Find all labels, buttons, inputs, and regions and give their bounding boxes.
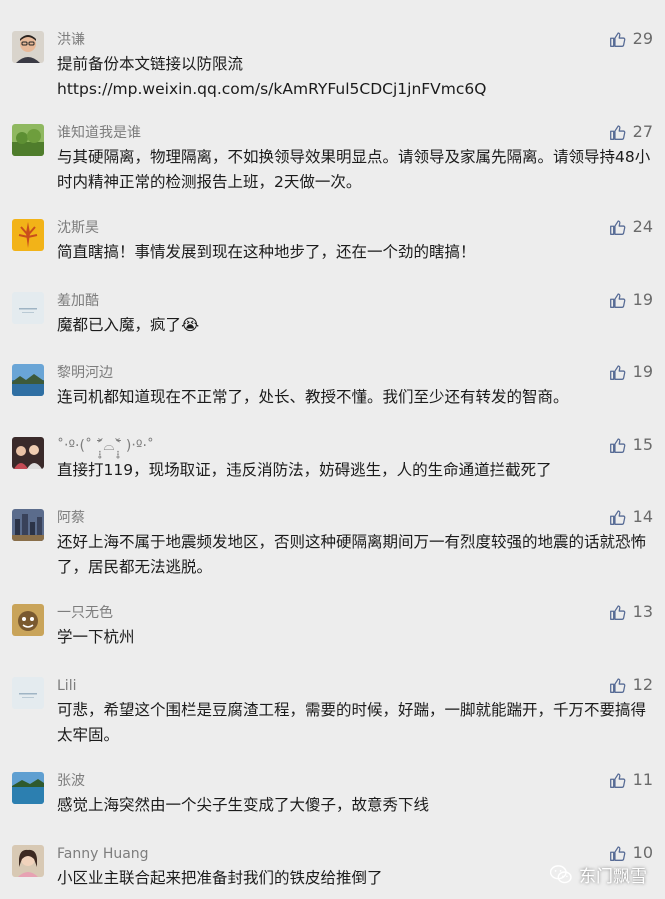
comment-author: ˚‧º·(˚ ˃̣̣̥᷄⌓˂̣̣̥᷅ )‧º·˚ [57, 438, 154, 454]
avatar[interactable] [12, 845, 44, 877]
avatar[interactable] [12, 604, 44, 636]
thumbs-up-icon [609, 292, 626, 308]
comment-author: 沈斯昊 [57, 220, 99, 236]
like-button[interactable]: 24 [609, 216, 653, 238]
like-count: 13 [632, 602, 653, 621]
like-count: 12 [632, 675, 653, 694]
avatar[interactable] [12, 31, 44, 63]
thumbs-up-icon [609, 124, 626, 140]
like-button[interactable]: 11 [609, 769, 653, 791]
comment-text: 还好上海不属于地震频发地区，否则这种硬隔离期间万一有烈度较强的地震的话就恐怖了，… [57, 533, 647, 576]
avatar[interactable] [12, 292, 44, 324]
comment-author: 谁知道我是谁 [57, 125, 141, 141]
like-button[interactable]: 10 [609, 842, 653, 864]
like-count: 15 [632, 435, 653, 454]
comment-text: 学一下杭州 [57, 628, 135, 646]
watermark: 东门飘雪 [550, 862, 647, 887]
comment-author: 一只无色 [57, 605, 113, 621]
comment-text: 魔都已入魔，疯了😭 [57, 316, 200, 334]
like-button[interactable]: 29 [609, 28, 653, 50]
watermark-text: 东门飘雪 [579, 867, 647, 887]
comment-text: 提前备份本文链接以防限流 https://mp.weixin.qq.com/s/… [57, 52, 653, 102]
comment-text: 简直瞎搞！事情发展到现在这种地步了，还在一个劲的瞎搞！ [57, 243, 476, 261]
comment-author: 洪谦 [57, 32, 85, 48]
avatar[interactable] [12, 677, 44, 709]
like-count: 27 [632, 122, 653, 141]
thumbs-up-icon [609, 219, 626, 235]
avatar[interactable] [12, 219, 44, 251]
thumbs-up-icon [609, 364, 626, 380]
avatar[interactable] [12, 509, 44, 541]
like-button[interactable]: 19 [609, 289, 653, 311]
comment-line: 提前备份本文链接以防限流 [57, 55, 244, 73]
like-count: 24 [632, 217, 653, 236]
thumbs-up-icon [609, 31, 626, 47]
like-count: 29 [632, 29, 653, 48]
comment-text: 可悲，希望这个围栏是豆腐渣工程，需要的时候，好踹，一脚就能踹开，千万不要搞得太牢… [57, 701, 647, 744]
comment-text: 感觉上海突然由一个尖子生变成了大傻子，故意秀下线 [57, 796, 430, 814]
like-button[interactable]: 27 [609, 121, 653, 143]
avatar[interactable] [12, 364, 44, 396]
comment-author: Fanny Huang [57, 846, 149, 862]
comment-author: Lili [57, 678, 77, 694]
comment-author: 黎明河边 [57, 365, 113, 381]
thumbs-up-icon [609, 677, 626, 693]
thumbs-up-icon [609, 845, 626, 861]
comment-author: 张波 [57, 773, 85, 789]
thumbs-up-icon [609, 437, 626, 453]
avatar[interactable] [12, 124, 44, 156]
avatar[interactable] [12, 437, 44, 469]
avatar[interactable] [12, 772, 44, 804]
like-count: 10 [632, 843, 653, 862]
comment-text: 直接打119，现场取证，违反消防法，妨碍逃生，人的生命通道拦截死了 [57, 461, 552, 479]
like-button[interactable]: 19 [609, 361, 653, 383]
comment-author: 羞加酷 [57, 293, 99, 309]
comment-link[interactable]: https://mp.weixin.qq.com/s/kAmRYFul5CDCj… [57, 77, 653, 102]
thumbs-up-icon [609, 509, 626, 525]
like-button[interactable]: 12 [609, 674, 653, 696]
thumbs-up-icon [609, 772, 626, 788]
like-button[interactable]: 13 [609, 601, 653, 623]
comment-text: 与其硬隔离，物理隔离，不如换领导效果明显点。请领导及家属先隔离。请领导持48小时… [57, 148, 651, 191]
wechat-icon [550, 864, 572, 883]
like-count: 11 [632, 770, 653, 789]
like-count: 19 [632, 290, 653, 309]
like-count: 19 [632, 362, 653, 381]
like-button[interactable]: 15 [609, 434, 653, 456]
thumbs-up-icon [609, 604, 626, 620]
comment-text: 连司机都知道现在不正常了，处长、教授不懂。我们至少还有转发的智商。 [57, 388, 569, 406]
like-count: 14 [632, 507, 653, 526]
like-button[interactable]: 14 [609, 506, 653, 528]
comment-author: 阿蔡 [57, 510, 85, 526]
